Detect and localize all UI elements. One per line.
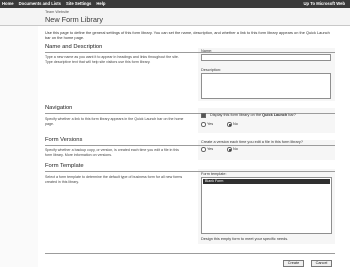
quick-launch-question: Display this form library on the Quick L… — [210, 113, 296, 117]
cancel-button[interactable]: Cancel — [311, 260, 332, 267]
top-nav-links: Home Documents and Lists Site Settings H… — [2, 0, 105, 8]
name-field[interactable] — [201, 54, 331, 61]
versions-yes-label: Yes — [207, 147, 214, 151]
nav-site-settings-link[interactable]: Site Settings — [66, 0, 91, 8]
versions-question: Create a version each time you edit a fi… — [201, 140, 303, 144]
section-divider — [45, 52, 335, 53]
versions-no-label: No — [233, 147, 238, 151]
section-divider — [45, 171, 335, 172]
intro-text: Use this page to define the general sett… — [45, 30, 330, 40]
quick-launch-checkbox[interactable] — [201, 113, 206, 118]
page-title: New Form Library — [45, 15, 103, 24]
description-field-label: Description: — [201, 68, 222, 72]
bottom-divider — [45, 253, 335, 254]
form-template-hint: Design this empty form to meet your spec… — [201, 237, 289, 241]
description-field[interactable] — [201, 73, 331, 99]
navigation-yes-radio[interactable] — [201, 122, 206, 127]
navigation-yes-label: Yes — [207, 122, 214, 126]
left-navigation-area — [0, 26, 38, 267]
name-description-heading: Name and Description — [45, 44, 103, 50]
site-title: Team Website — [45, 10, 69, 14]
section-divider — [45, 145, 335, 146]
navigation-no-label: No — [233, 122, 238, 126]
name-description-help: Type a new name as you want it to appear… — [45, 55, 179, 64]
form-versions-heading: Form Versions — [45, 137, 83, 143]
versions-yes-radio[interactable] — [201, 147, 206, 152]
form-versions-help: Specify whether a backup copy, or versio… — [45, 148, 179, 157]
navigation-help: Specify whether a link to this form libr… — [45, 117, 184, 126]
navigation-heading: Navigation — [45, 105, 73, 111]
form-template-help: Select a form template to determine the … — [45, 175, 183, 184]
navigation-panel — [198, 108, 335, 133]
nav-home-link[interactable]: Home — [2, 0, 14, 8]
form-template-option-blank[interactable]: Blank Form — [203, 179, 330, 184]
create-button[interactable]: Create — [283, 260, 304, 267]
form-template-listbox[interactable]: Blank Form — [201, 177, 332, 234]
up-to-site-link[interactable]: Up To Microsoft Web — [304, 0, 345, 8]
navigation-no-radio[interactable] — [227, 122, 232, 127]
quick-launch-question-text: Display this form library on the — [210, 113, 263, 117]
nav-documents-lists-link[interactable]: Documents and Lists — [19, 0, 61, 8]
quick-launch-question-suffix: bar? — [287, 113, 296, 117]
top-nav-bar: Home Documents and Lists Site Settings H… — [0, 0, 350, 8]
quick-launch-question-bold: Quick Launch — [262, 113, 288, 117]
versions-no-radio[interactable] — [227, 147, 232, 152]
form-template-label: Form template: — [201, 172, 227, 176]
nav-help-link[interactable]: Help — [96, 0, 105, 8]
form-template-heading: Form Template — [45, 163, 84, 169]
name-field-label: Name: — [201, 49, 213, 53]
